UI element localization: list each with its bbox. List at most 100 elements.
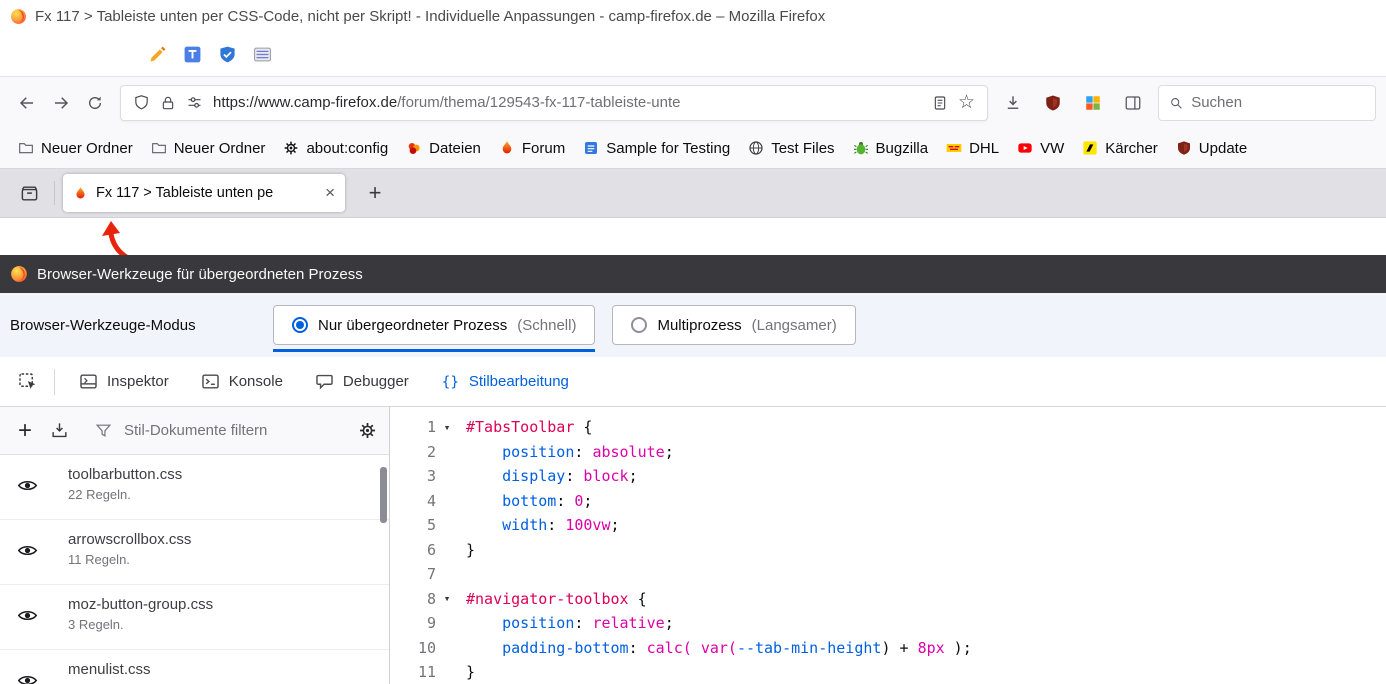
devtool-icon [441, 372, 460, 391]
bookmark-item[interactable]: DHL [938, 135, 1007, 162]
pick-element-icon[interactable] [8, 364, 46, 400]
visibility-eye-icon[interactable] [17, 540, 38, 561]
code-line[interactable]: 8▾#navigator-toolbox { [390, 587, 1386, 612]
permissions-icon[interactable] [186, 94, 203, 111]
visibility-eye-icon[interactable] [17, 605, 38, 626]
url-text: https://www.camp-firefox.de/forum/thema/… [213, 94, 922, 111]
back-button[interactable] [10, 86, 44, 120]
forward-button[interactable] [44, 86, 78, 120]
tracking-protection-icon[interactable] [133, 94, 150, 111]
tab-title: Fx 117 > Tableiste unten pe [96, 185, 317, 201]
scrollbar-thumb[interactable] [380, 467, 387, 523]
new-stylesheet-button[interactable] [12, 419, 38, 443]
tab-list-icon[interactable] [12, 176, 46, 210]
ublock-icon[interactable] [1036, 86, 1070, 120]
reader-mode-icon[interactable] [932, 95, 948, 111]
code-line[interactable]: 9 position: relative; [390, 611, 1386, 636]
code-line[interactable]: 6} [390, 538, 1386, 563]
bookmark-item[interactable]: Kärcher [1074, 135, 1166, 162]
search-bar[interactable] [1158, 85, 1376, 121]
devtool-tab[interactable]: Stilbearbeitung [425, 357, 585, 406]
menu-item[interactable] [42, 48, 60, 60]
sidebar-icon[interactable] [1116, 86, 1150, 120]
search-icon [1169, 95, 1183, 111]
mode-option-label: Nur übergeordneter Prozess [318, 317, 507, 334]
code-line[interactable]: 11} [390, 660, 1386, 684]
bookmark-item[interactable]: VW [1009, 135, 1072, 162]
visibility-eye-icon[interactable] [17, 475, 38, 496]
bookmark-label: Test Files [771, 140, 834, 157]
line-number: 7 [390, 565, 436, 583]
mode-option-hint: (Schnell) [517, 317, 576, 334]
filter-input[interactable] [124, 422, 346, 439]
stylesheet-name: moz-button-group.css [68, 596, 389, 613]
menu-item[interactable] [96, 48, 114, 60]
code-line[interactable]: 10 padding-bottom: calc( var(--tab-min-h… [390, 636, 1386, 661]
moz-button-group.css[interactable]: moz-button-group.css 3 Regeln. [0, 585, 389, 650]
code-line[interactable]: 5 width: 100vw; [390, 513, 1386, 538]
code-line[interactable]: 7 [390, 562, 1386, 587]
devtool-label: Konsole [229, 373, 283, 390]
url-bar[interactable]: https://www.camp-firefox.de/forum/thema/… [120, 85, 988, 121]
search-input[interactable] [1191, 94, 1365, 111]
gear-icon[interactable] [358, 421, 377, 440]
bookmark-label: Forum [522, 140, 565, 157]
stylesheet-name: menulist.css [68, 661, 389, 678]
bookmark-favicon-icon [283, 140, 299, 156]
code-line[interactable]: 1▾#TabsToolbar { [390, 415, 1386, 440]
bookmark-item[interactable]: Sample for Testing [575, 135, 738, 162]
menu-item[interactable] [24, 48, 42, 60]
menu-item[interactable] [78, 48, 96, 60]
reload-button[interactable] [78, 86, 112, 120]
bookmark-label: Bugzilla [876, 140, 929, 157]
bookmark-item[interactable]: about:config [275, 135, 396, 162]
devtool-tab[interactable]: Inspektor [63, 357, 185, 406]
mode-option[interactable]: Nur übergeordneter Prozess (Schnell) [273, 305, 595, 345]
fold-arrow-icon[interactable]: ▾ [436, 421, 458, 434]
bookmark-item[interactable]: Neuer Ordner [10, 135, 141, 162]
devtool-tab[interactable]: Debugger [299, 357, 425, 406]
code-line[interactable]: 2 position: absolute; [390, 440, 1386, 465]
code-line[interactable]: 3 display: block; [390, 464, 1386, 489]
extension-icon[interactable] [1076, 86, 1110, 120]
css-code-editor[interactable]: 1▾#TabsToolbar {2 position: absolute;3 d… [390, 407, 1386, 684]
line-number: 5 [390, 516, 436, 534]
bookmark-item[interactable]: Dateien [398, 135, 489, 162]
mode-option[interactable]: Multiprozess (Langsamer) [612, 305, 855, 345]
pencil-icon[interactable] [148, 45, 167, 64]
bookmark-star-icon[interactable] [958, 93, 975, 113]
bookmark-item[interactable]: Forum [491, 135, 573, 162]
extension-icon[interactable] [253, 45, 272, 64]
devtool-tab[interactable]: Konsole [185, 357, 299, 406]
bookmark-label: about:config [306, 140, 388, 157]
bookmark-item[interactable]: Test Files [740, 135, 842, 162]
menu-item[interactable] [60, 48, 78, 60]
menu-extension-icons [148, 45, 272, 64]
tab-bar: Fx 117 > Tableiste unten pe [0, 168, 1386, 218]
menulist.css[interactable]: menulist.css [0, 650, 389, 684]
window-title: Fx 117 > Tableiste unten per CSS-Code, n… [35, 8, 825, 25]
new-tab-button[interactable] [359, 177, 391, 209]
active-tab[interactable]: Fx 117 > Tableiste unten pe [63, 174, 345, 212]
visibility-eye-icon[interactable] [17, 670, 38, 684]
bookmark-item[interactable]: Update [1168, 135, 1255, 162]
stylesheet-rule-count: 22 Regeln. [68, 487, 389, 502]
bookmark-favicon-icon [1082, 140, 1098, 156]
line-number: 10 [390, 639, 436, 657]
extension-icon[interactable] [218, 45, 237, 64]
radio-icon [631, 317, 647, 333]
menu-item[interactable] [114, 48, 132, 60]
download-icon[interactable] [996, 86, 1030, 120]
lock-icon[interactable] [160, 95, 176, 111]
toolbarbutton.css[interactable]: toolbarbutton.css 22 Regeln. [0, 455, 389, 520]
menu-item[interactable] [6, 48, 24, 60]
bookmark-item[interactable]: Bugzilla [845, 135, 937, 162]
code-line[interactable]: 4 bottom: 0; [390, 489, 1386, 514]
arrowscrollbox.css[interactable]: arrowscrollbox.css 11 Regeln. [0, 520, 389, 585]
bookmark-item[interactable]: Neuer Ordner [143, 135, 274, 162]
tab-close-icon[interactable] [325, 184, 335, 203]
import-stylesheet-icon[interactable] [50, 421, 69, 440]
bookmark-favicon-icon [499, 140, 515, 156]
extension-icon[interactable] [183, 45, 202, 64]
fold-arrow-icon[interactable]: ▾ [436, 592, 458, 605]
